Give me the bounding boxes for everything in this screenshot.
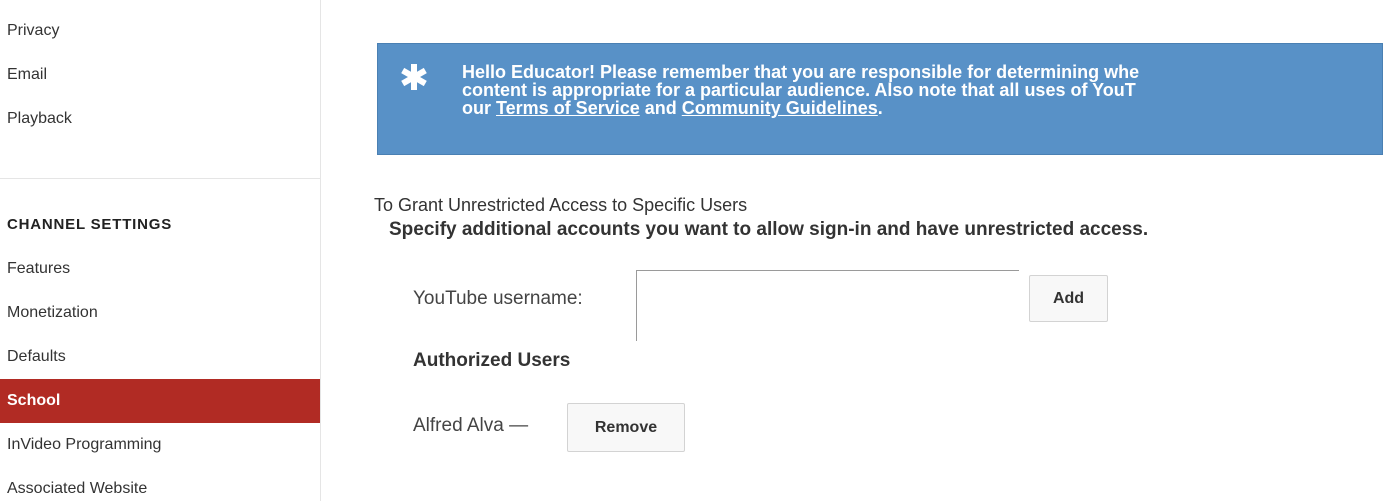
grant-access-title: To Grant Unrestricted Access to Specific… bbox=[374, 195, 748, 215]
username-label: YouTube username: bbox=[413, 288, 583, 309]
youtube-username-input[interactable] bbox=[636, 270, 1019, 341]
community-guidelines-link[interactable]: Community Guidelines bbox=[682, 98, 878, 118]
sidebar-section-heading: CHANNEL SETTINGS bbox=[7, 216, 173, 233]
banner-line-3-suffix: . bbox=[877, 98, 883, 118]
banner-line-1: Hello Educator! Please remember that you… bbox=[462, 62, 1140, 82]
asterisk-icon bbox=[398, 54, 430, 94]
page: Privacy Email Playback CHANNEL SETTINGS … bbox=[0, 0, 1383, 501]
banner-line-3-prefix: our bbox=[462, 98, 496, 118]
grant-access-description: Specify additional accounts you want to … bbox=[389, 219, 1149, 240]
educator-notice-banner: Hello Educator! Please remember that you… bbox=[377, 43, 1383, 155]
sidebar-item-defaults[interactable]: Defaults bbox=[0, 335, 320, 379]
sidebar-item-playback[interactable]: Playback bbox=[0, 97, 320, 141]
banner-line-2: content is appropriate for a particular … bbox=[462, 80, 1136, 100]
banner-line-3-and: and bbox=[639, 98, 682, 118]
authorized-users-heading: Authorized Users bbox=[413, 350, 571, 371]
sidebar-item-invideo-programming[interactable]: InVideo Programming bbox=[0, 423, 320, 467]
banner-line-3: our Terms of Service and Community Guide… bbox=[462, 99, 1383, 117]
banner-message: Hello Educator! Please remember that you… bbox=[462, 63, 1383, 117]
sidebar-divider bbox=[0, 178, 320, 179]
sidebar-item-privacy[interactable]: Privacy bbox=[0, 9, 320, 53]
remove-user-button[interactable]: Remove bbox=[567, 403, 685, 452]
sidebar-item-email[interactable]: Email bbox=[0, 53, 320, 97]
settings-sidebar: Privacy Email Playback CHANNEL SETTINGS … bbox=[0, 0, 321, 501]
sidebar-item-monetization[interactable]: Monetization bbox=[0, 291, 320, 335]
authorized-user-name: Alfred Alva — bbox=[413, 415, 529, 436]
terms-of-service-link[interactable]: Terms of Service bbox=[496, 98, 640, 118]
sidebar-item-associated-website[interactable]: Associated Website bbox=[0, 467, 320, 501]
sidebar-item-school[interactable]: School bbox=[0, 379, 320, 423]
add-button[interactable]: Add bbox=[1029, 275, 1108, 322]
sidebar-item-features[interactable]: Features bbox=[0, 247, 320, 291]
